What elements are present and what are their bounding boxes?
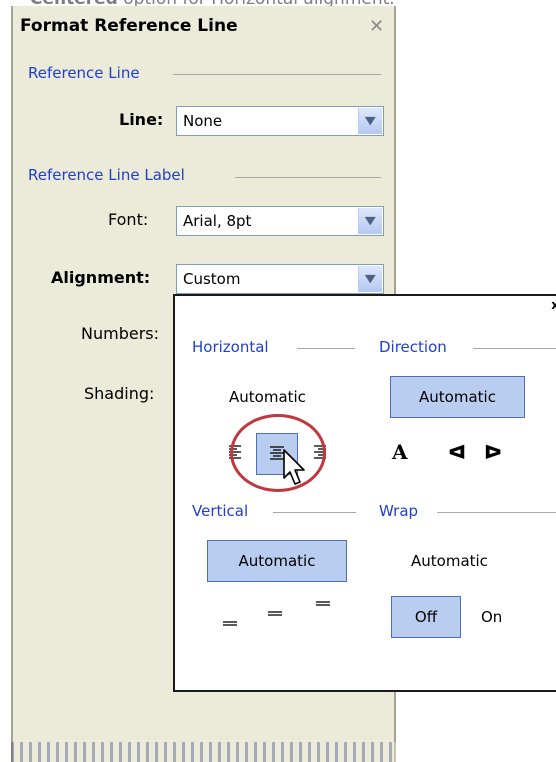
close-icon[interactable]: x — [551, 298, 556, 312]
horizontal-automatic-option[interactable]: Automatic — [229, 388, 306, 406]
alignment-label: Alignment: — [51, 268, 151, 287]
top-align-icon[interactable] — [314, 598, 332, 618]
direction-rotate-left-icon[interactable]: ᐊ — [448, 440, 466, 464]
highlight-circle — [230, 414, 326, 492]
chevron-down-icon[interactable]: ▼ — [358, 108, 382, 134]
section-divider — [273, 512, 356, 513]
line-label: Line: — [119, 110, 164, 129]
section-divider — [173, 74, 381, 75]
chevron-down-icon[interactable]: ▼ — [358, 208, 382, 234]
wrap-label: Wrap — [379, 502, 419, 520]
bottom-align-icon[interactable] — [221, 610, 239, 630]
wrap-off-label: Off — [414, 608, 438, 626]
font-label: Font: — [108, 210, 149, 229]
section-reference-line-label: Reference Line Label — [28, 166, 185, 184]
font-dropdown-value: Arial, 8pt — [183, 212, 252, 230]
line-dropdown[interactable]: None ▼ — [176, 106, 384, 136]
horizontal-label: Horizontal — [192, 338, 269, 356]
middle-align-icon[interactable] — [266, 604, 284, 624]
section-divider — [297, 348, 355, 349]
wrap-off-button[interactable]: Off — [391, 596, 461, 638]
numbers-label: Numbers: — [81, 324, 159, 343]
shading-label: Shading: — [84, 384, 155, 403]
wrap-on-option[interactable]: On — [481, 608, 502, 626]
section-divider — [235, 177, 381, 178]
alignment-popup: x Horizontal Direction Automatic Automat… — [173, 294, 556, 692]
panel-title: Format Reference Line — [20, 16, 238, 36]
panel-bottom-edge — [11, 742, 396, 762]
direction-label: Direction — [379, 338, 447, 356]
vertical-automatic-button[interactable]: Automatic — [207, 540, 347, 582]
wrap-automatic-option[interactable]: Automatic — [411, 552, 488, 570]
section-divider — [437, 512, 556, 513]
section-divider — [473, 348, 556, 349]
line-dropdown-value: None — [183, 112, 223, 130]
chevron-down-icon[interactable]: ▼ — [358, 266, 382, 292]
direction-horizontal-icon[interactable]: A — [392, 440, 408, 464]
vertical-label: Vertical — [192, 502, 249, 520]
direction-rotate-right-icon[interactable]: ᐅ — [484, 440, 502, 464]
direction-automatic-button[interactable]: Automatic — [390, 376, 525, 418]
alignment-dropdown[interactable]: Custom ▼ — [176, 264, 384, 294]
section-reference-line: Reference Line — [28, 64, 140, 82]
font-dropdown[interactable]: Arial, 8pt ▼ — [176, 206, 384, 236]
mouse-pointer-icon — [283, 449, 305, 485]
close-icon[interactable]: ✕ — [369, 16, 384, 37]
vertical-automatic-label: Automatic — [238, 552, 316, 570]
alignment-dropdown-value: Custom — [183, 270, 241, 288]
direction-automatic-label: Automatic — [419, 388, 496, 406]
